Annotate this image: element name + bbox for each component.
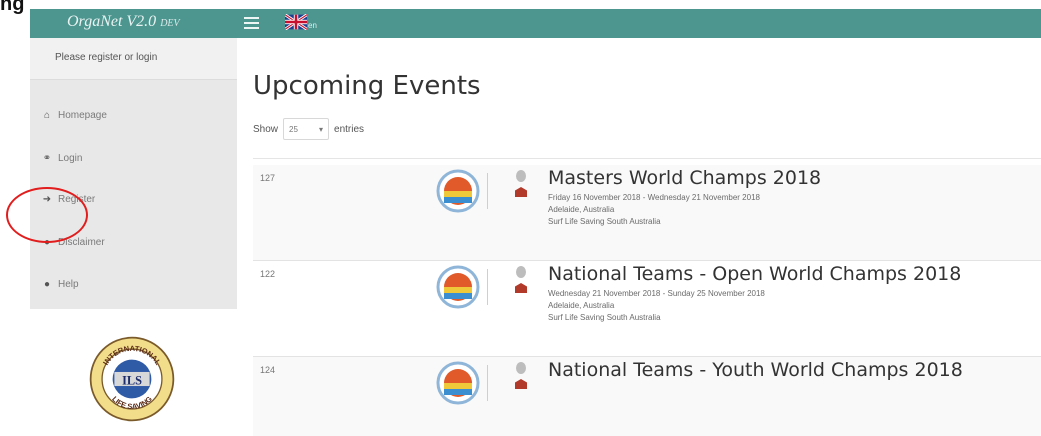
brand-name: OrgaNet V2.0	[67, 13, 157, 30]
sidebar-item-label: Register	[58, 193, 96, 205]
language-selector[interactable]: en	[285, 14, 317, 30]
event-type-icon	[515, 283, 527, 293]
event-location: Adelaide, Australia	[548, 301, 615, 310]
main-content: Upcoming Events Show 25 ▾ entries 127 Ma…	[237, 38, 1041, 436]
medal-icon	[516, 266, 526, 278]
show-label: Show	[253, 123, 279, 135]
sidebar-item-register[interactable]: ➜ Register	[30, 186, 237, 212]
event-location: Adelaide, Australia	[548, 205, 615, 214]
event-logo-icon	[436, 169, 480, 213]
event-row[interactable]: 122 National Teams - Open World Champs 2…	[253, 261, 1041, 357]
login-prompt: Please register or login	[30, 38, 237, 80]
sidebar-item-login[interactable]: ⚭ Login	[30, 145, 237, 171]
exclamation-circle-icon: ●	[43, 236, 51, 248]
event-badge-icons	[515, 170, 527, 197]
sidebar-item-disclaimer[interactable]: ● Disclaimer	[30, 229, 237, 255]
medal-icon	[516, 170, 526, 182]
entries-length-control: Show 25 ▾ entries	[253, 118, 364, 140]
language-code: en	[308, 21, 317, 30]
sidebar-item-help[interactable]: ● Help	[30, 271, 237, 297]
sign-in-icon: ➜	[42, 193, 52, 205]
sidebar-item-label: Homepage	[58, 109, 107, 121]
brand-logo[interactable]: OrgaNet V2.0 DEV	[67, 13, 180, 31]
event-name[interactable]: National Teams - Youth World Champs 2018	[548, 359, 963, 381]
table-header-divider	[253, 158, 1041, 159]
uk-flag-icon	[285, 14, 307, 30]
event-logo-icon	[436, 265, 480, 309]
entries-label: entries	[334, 123, 365, 135]
entries-select-value: 25	[289, 124, 298, 134]
event-id: 127	[260, 173, 276, 183]
event-organiser: Surf Life Saving South Australia	[548, 217, 661, 226]
page-title: Upcoming Events	[253, 71, 481, 101]
event-row[interactable]: 124 National Teams - Youth World Champs …	[253, 357, 1041, 436]
event-id: 122	[260, 269, 276, 279]
menu-toggle-icon[interactable]	[244, 17, 259, 29]
event-id: 124	[260, 365, 276, 375]
event-type-icon	[515, 379, 527, 389]
entries-select[interactable]: 25 ▾	[283, 118, 330, 140]
event-name[interactable]: Masters World Champs 2018	[548, 167, 821, 189]
cropped-heading-fragment: ng	[0, 0, 25, 15]
sidebar-item-label: Disclaimer	[58, 236, 105, 248]
event-badge-icons	[515, 362, 527, 389]
event-dates: Wednesday 21 November 2018 - Sunday 25 N…	[548, 289, 765, 298]
sidebar: Please register or login ⌂ Homepage ⚭ Lo…	[30, 38, 237, 436]
sidebar-logo-area: ILS INTERNATIONAL LIFE SAVING	[30, 309, 237, 436]
chevron-down-icon: ▾	[319, 124, 324, 134]
sidebar-item-homepage[interactable]: ⌂ Homepage	[30, 102, 237, 128]
logo-divider	[487, 365, 488, 401]
event-dates: Friday 16 November 2018 - Wednesday 21 N…	[548, 193, 760, 202]
logo-divider	[487, 173, 488, 209]
event-badge-icons	[515, 266, 527, 293]
top-navbar: OrgaNet V2.0 DEV en	[30, 9, 1041, 38]
key-icon: ⚭	[42, 152, 52, 164]
brand-env-badge: DEV	[160, 18, 180, 29]
event-info: National Teams - Youth World Champs 2018	[548, 359, 963, 381]
page-left-margin: ng	[0, 0, 30, 436]
event-name[interactable]: National Teams - Open World Champs 2018	[548, 263, 961, 285]
ils-logo: ILS INTERNATIONAL LIFE SAVING	[89, 336, 175, 422]
event-row[interactable]: 127 Masters World Champs 2018 Friday 16 …	[253, 165, 1041, 261]
event-type-icon	[515, 187, 527, 197]
event-organiser: Surf Life Saving South Australia	[548, 313, 661, 322]
sidebar-item-label: Login	[58, 152, 83, 164]
logo-divider	[487, 269, 488, 305]
event-info: National Teams - Open World Champs 2018 …	[548, 263, 961, 324]
logo-center-text: ILS	[122, 373, 142, 387]
event-logo-icon	[436, 361, 480, 405]
event-info: Masters World Champs 2018 Friday 16 Nove…	[548, 167, 821, 228]
question-circle-icon: ●	[43, 278, 51, 290]
medal-icon	[516, 362, 526, 374]
sidebar-item-label: Help	[58, 278, 79, 290]
home-icon: ⌂	[43, 109, 51, 121]
